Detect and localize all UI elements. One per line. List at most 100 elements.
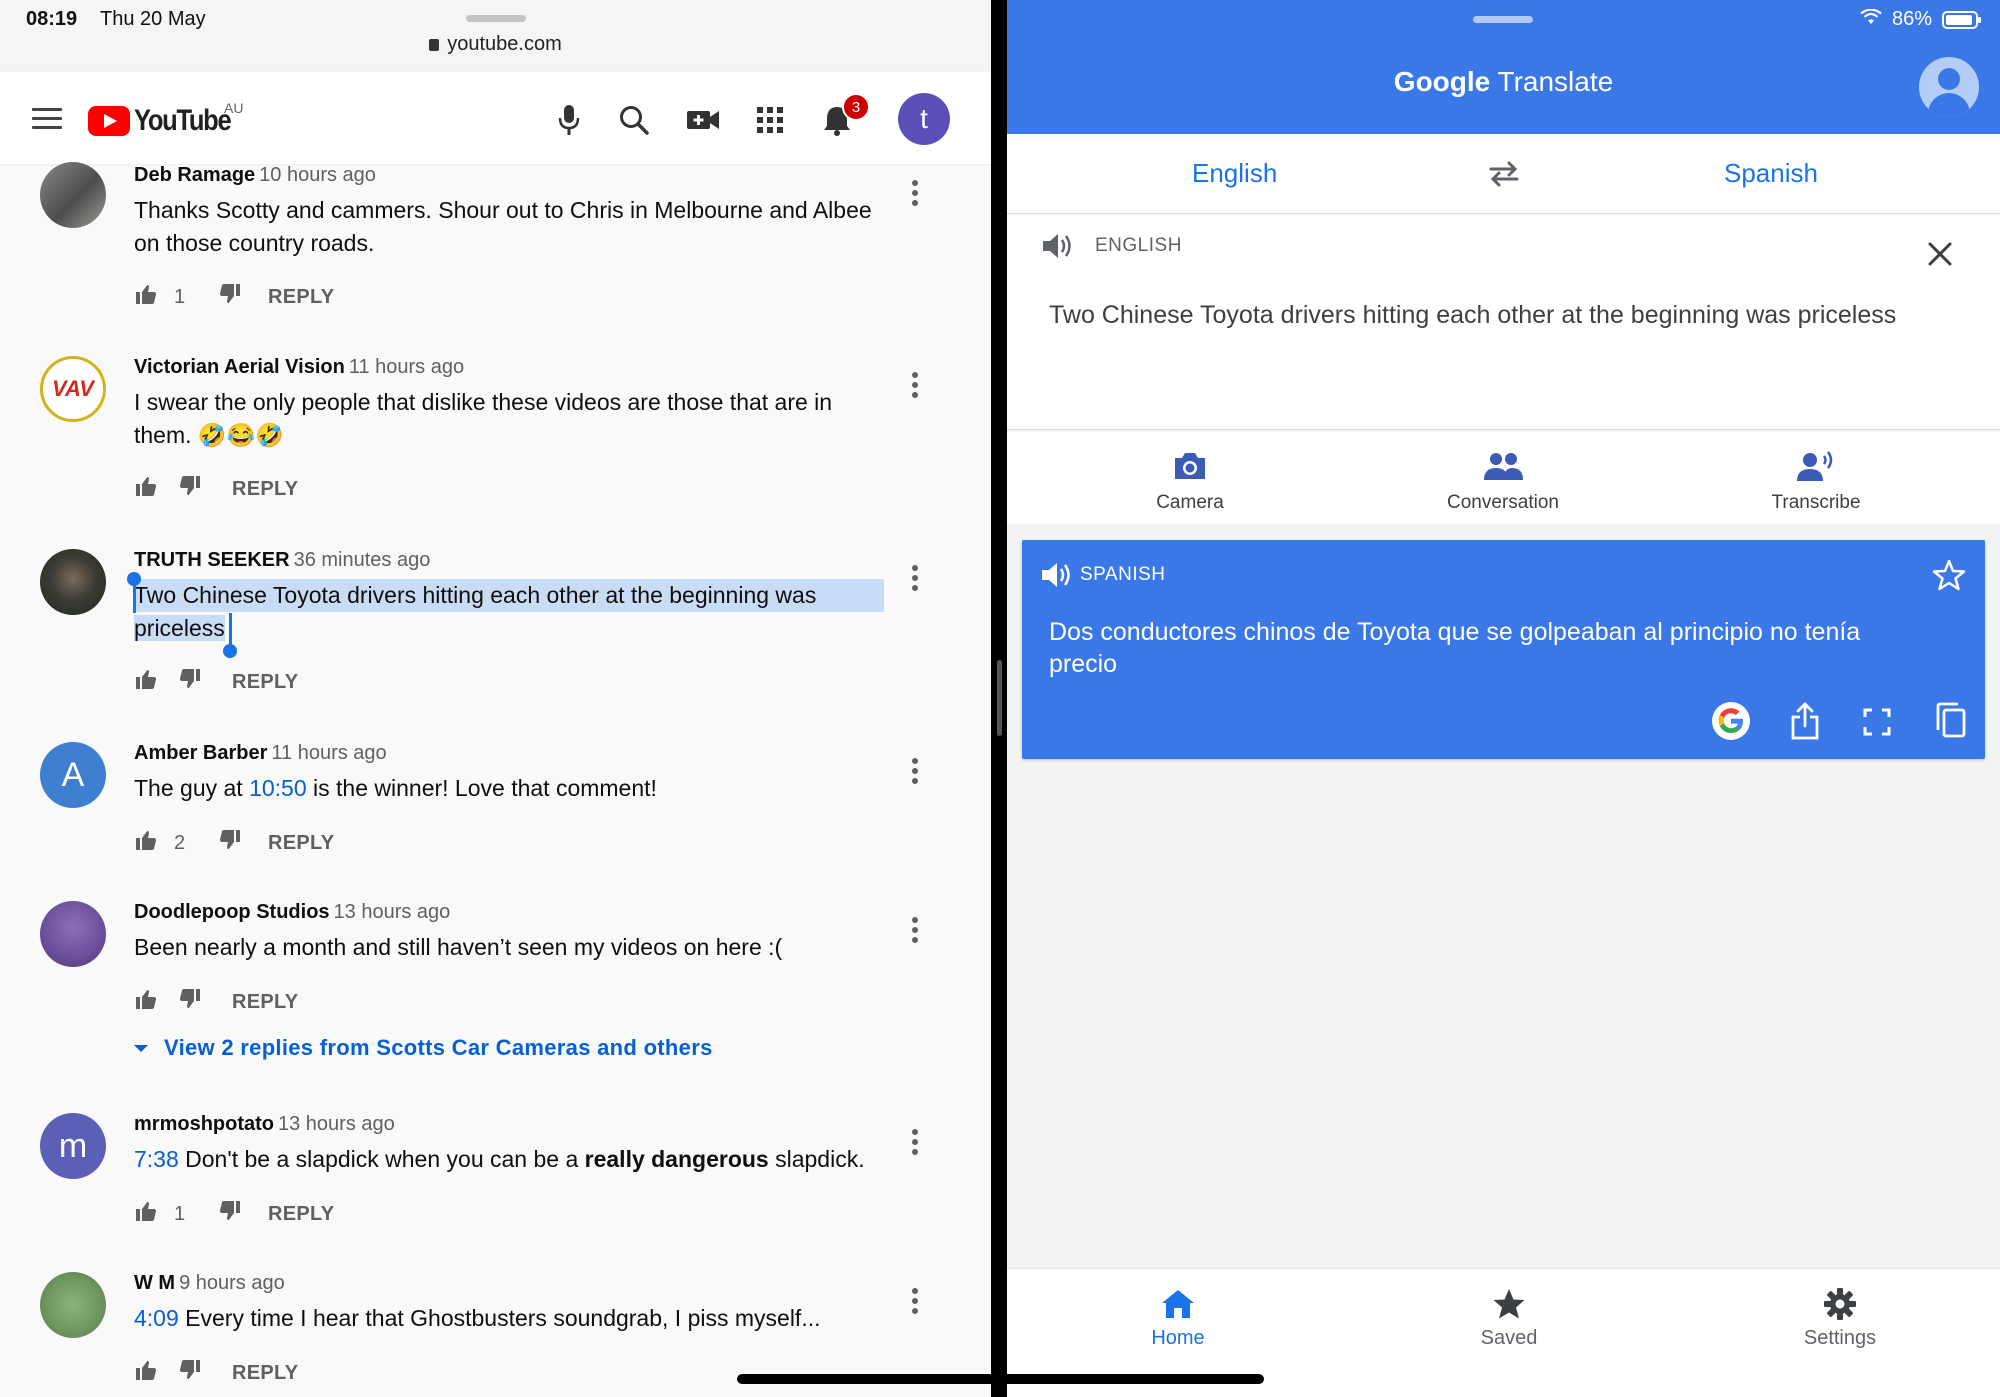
nav-saved[interactable]: Saved xyxy=(1419,1285,1599,1350)
multitask-grabber[interactable] xyxy=(1473,16,1533,23)
nav-settings[interactable]: Settings xyxy=(1750,1285,1930,1350)
source-input-card[interactable]: ENGLISH Two Chinese Toyota drivers hitti… xyxy=(1007,215,2000,430)
reply-button[interactable]: REPLY xyxy=(268,286,334,309)
comment-time[interactable]: 11 hours ago xyxy=(349,356,464,378)
comment-time[interactable]: 9 hours ago xyxy=(179,1272,285,1294)
dislike-icon[interactable] xyxy=(178,474,202,504)
reply-button[interactable]: REPLY xyxy=(232,991,298,1014)
commenter-avatar[interactable] xyxy=(40,162,106,228)
fullscreen-icon[interactable] xyxy=(1862,707,1892,742)
comment-time[interactable]: 11 hours ago xyxy=(271,742,386,764)
reply-button[interactable]: REPLY xyxy=(268,1203,334,1226)
speaker-icon[interactable] xyxy=(1041,231,1075,266)
like-icon[interactable] xyxy=(134,987,158,1017)
timestamp-link[interactable]: 7:38 xyxy=(134,1146,179,1172)
google-g-icon[interactable] xyxy=(1712,702,1750,740)
commenter-avatar[interactable]: A xyxy=(40,742,106,808)
camera-button[interactable]: Camera xyxy=(1090,446,1290,514)
like-icon[interactable] xyxy=(134,828,158,858)
more-options-icon[interactable] xyxy=(912,758,920,788)
profile-avatar-icon[interactable] xyxy=(1919,57,1979,117)
comment-author[interactable]: Amber Barber xyxy=(134,742,267,764)
dislike-icon[interactable] xyxy=(218,828,242,858)
comment-time[interactable]: 13 hours ago xyxy=(278,1113,395,1135)
target-language-button[interactable]: Spanish xyxy=(1724,158,1818,189)
source-text[interactable]: Two Chinese Toyota drivers hitting each … xyxy=(1049,299,1929,331)
swap-languages-icon[interactable] xyxy=(1487,160,1521,188)
dislike-icon[interactable] xyxy=(178,1358,202,1388)
comment-time[interactable]: 13 hours ago xyxy=(334,901,451,923)
search-icon[interactable] xyxy=(616,102,652,138)
source-language-button[interactable]: English xyxy=(1192,158,1277,189)
selected-text-line-2[interactable]: priceless xyxy=(134,615,225,641)
more-options-icon[interactable] xyxy=(912,1288,920,1318)
comment-text: Thanks Scotty and cammers. Shour out to … xyxy=(134,197,872,256)
comment-actions: REPLY xyxy=(134,474,298,504)
address-bar[interactable]: youtube.com xyxy=(0,33,991,56)
menu-icon[interactable] xyxy=(32,108,62,130)
like-icon[interactable] xyxy=(134,282,158,312)
comment-author[interactable]: Victorian Aerial Vision xyxy=(134,356,345,378)
dislike-icon[interactable] xyxy=(178,667,202,697)
comment-author[interactable]: Doodlepoop Studios xyxy=(134,901,330,923)
split-view-handle[interactable] xyxy=(997,660,1002,736)
translated-text[interactable]: Dos conductores chinos de Toyota que se … xyxy=(1049,616,1929,680)
dislike-icon[interactable] xyxy=(218,1199,242,1229)
commenter-avatar[interactable] xyxy=(40,549,106,615)
comment-actions: REPLY xyxy=(134,667,298,697)
copy-icon[interactable] xyxy=(1934,702,1966,743)
like-icon[interactable] xyxy=(134,667,158,697)
timestamp-link[interactable]: 4:09 xyxy=(134,1305,179,1331)
conversation-label: Conversation xyxy=(1447,492,1559,513)
dislike-icon[interactable] xyxy=(218,282,242,312)
microphone-icon[interactable] xyxy=(551,102,587,138)
like-icon[interactable] xyxy=(134,1358,158,1388)
star-icon[interactable] xyxy=(1932,558,1966,597)
dislike-icon[interactable] xyxy=(178,987,202,1017)
commenter-avatar[interactable]: m xyxy=(40,1113,106,1179)
more-options-icon[interactable] xyxy=(912,917,920,947)
transcribe-button[interactable]: Transcribe xyxy=(1716,446,1916,514)
reply-button[interactable]: REPLY xyxy=(232,671,298,694)
commenter-avatar[interactable] xyxy=(40,1272,106,1338)
comment-author[interactable]: Deb Ramage xyxy=(134,164,255,186)
timestamp-link[interactable]: 10:50 xyxy=(249,775,307,801)
translation-result-card[interactable]: SPANISH Dos conductores chinos de Toyota… xyxy=(1022,540,1985,759)
comment-author[interactable]: TRUTH SEEKER xyxy=(134,549,290,571)
more-options-icon[interactable] xyxy=(912,565,920,595)
commenter-avatar[interactable] xyxy=(40,901,106,967)
share-icon[interactable] xyxy=(1789,702,1821,745)
reply-button[interactable]: REPLY xyxy=(232,478,298,501)
comment-text-part: Don't be a slapdick when you can be a xyxy=(178,1146,585,1172)
comment-author[interactable]: W M xyxy=(134,1272,175,1294)
account-avatar[interactable]: t xyxy=(898,93,950,145)
like-icon[interactable] xyxy=(134,1199,158,1229)
comment-header: Doodlepoop Studios 13 hours ago xyxy=(134,901,450,924)
speaker-icon[interactable] xyxy=(1040,560,1074,595)
comment-header: Victorian Aerial Vision 11 hours ago xyxy=(134,356,464,379)
create-video-icon[interactable] xyxy=(685,102,721,138)
reply-button[interactable]: REPLY xyxy=(268,832,334,855)
target-language-label: SPANISH xyxy=(1080,564,1166,585)
apps-grid-icon[interactable] xyxy=(752,102,788,138)
home-indicator[interactable] xyxy=(737,1374,1264,1384)
like-icon[interactable] xyxy=(134,474,158,504)
selected-text-line-1[interactable]: Two Chinese Toyota drivers hitting each … xyxy=(134,579,884,612)
comment-author[interactable]: mrmoshpotato xyxy=(134,1113,274,1135)
comment-time[interactable]: 10 hours ago xyxy=(259,164,376,186)
url-text: youtube.com xyxy=(447,33,562,55)
lock-icon xyxy=(429,39,440,51)
more-options-icon[interactable] xyxy=(912,1129,920,1159)
comment-time[interactable]: 36 minutes ago xyxy=(294,549,431,571)
comment-text: I swear the only people that dislike the… xyxy=(134,389,833,448)
close-icon[interactable] xyxy=(1925,239,1955,269)
nav-home[interactable]: Home xyxy=(1088,1285,1268,1350)
view-replies-link[interactable]: View 2 replies from Scotts Car Cameras a… xyxy=(134,1035,713,1061)
more-options-icon[interactable] xyxy=(912,180,920,210)
selection-end-handle[interactable] xyxy=(223,644,237,658)
conversation-button[interactable]: Conversation xyxy=(1403,446,1603,514)
more-options-icon[interactable] xyxy=(912,372,920,402)
reply-button[interactable]: REPLY xyxy=(232,1362,298,1385)
multitask-grabber[interactable] xyxy=(466,15,526,22)
commenter-avatar[interactable]: VAV xyxy=(40,356,106,422)
